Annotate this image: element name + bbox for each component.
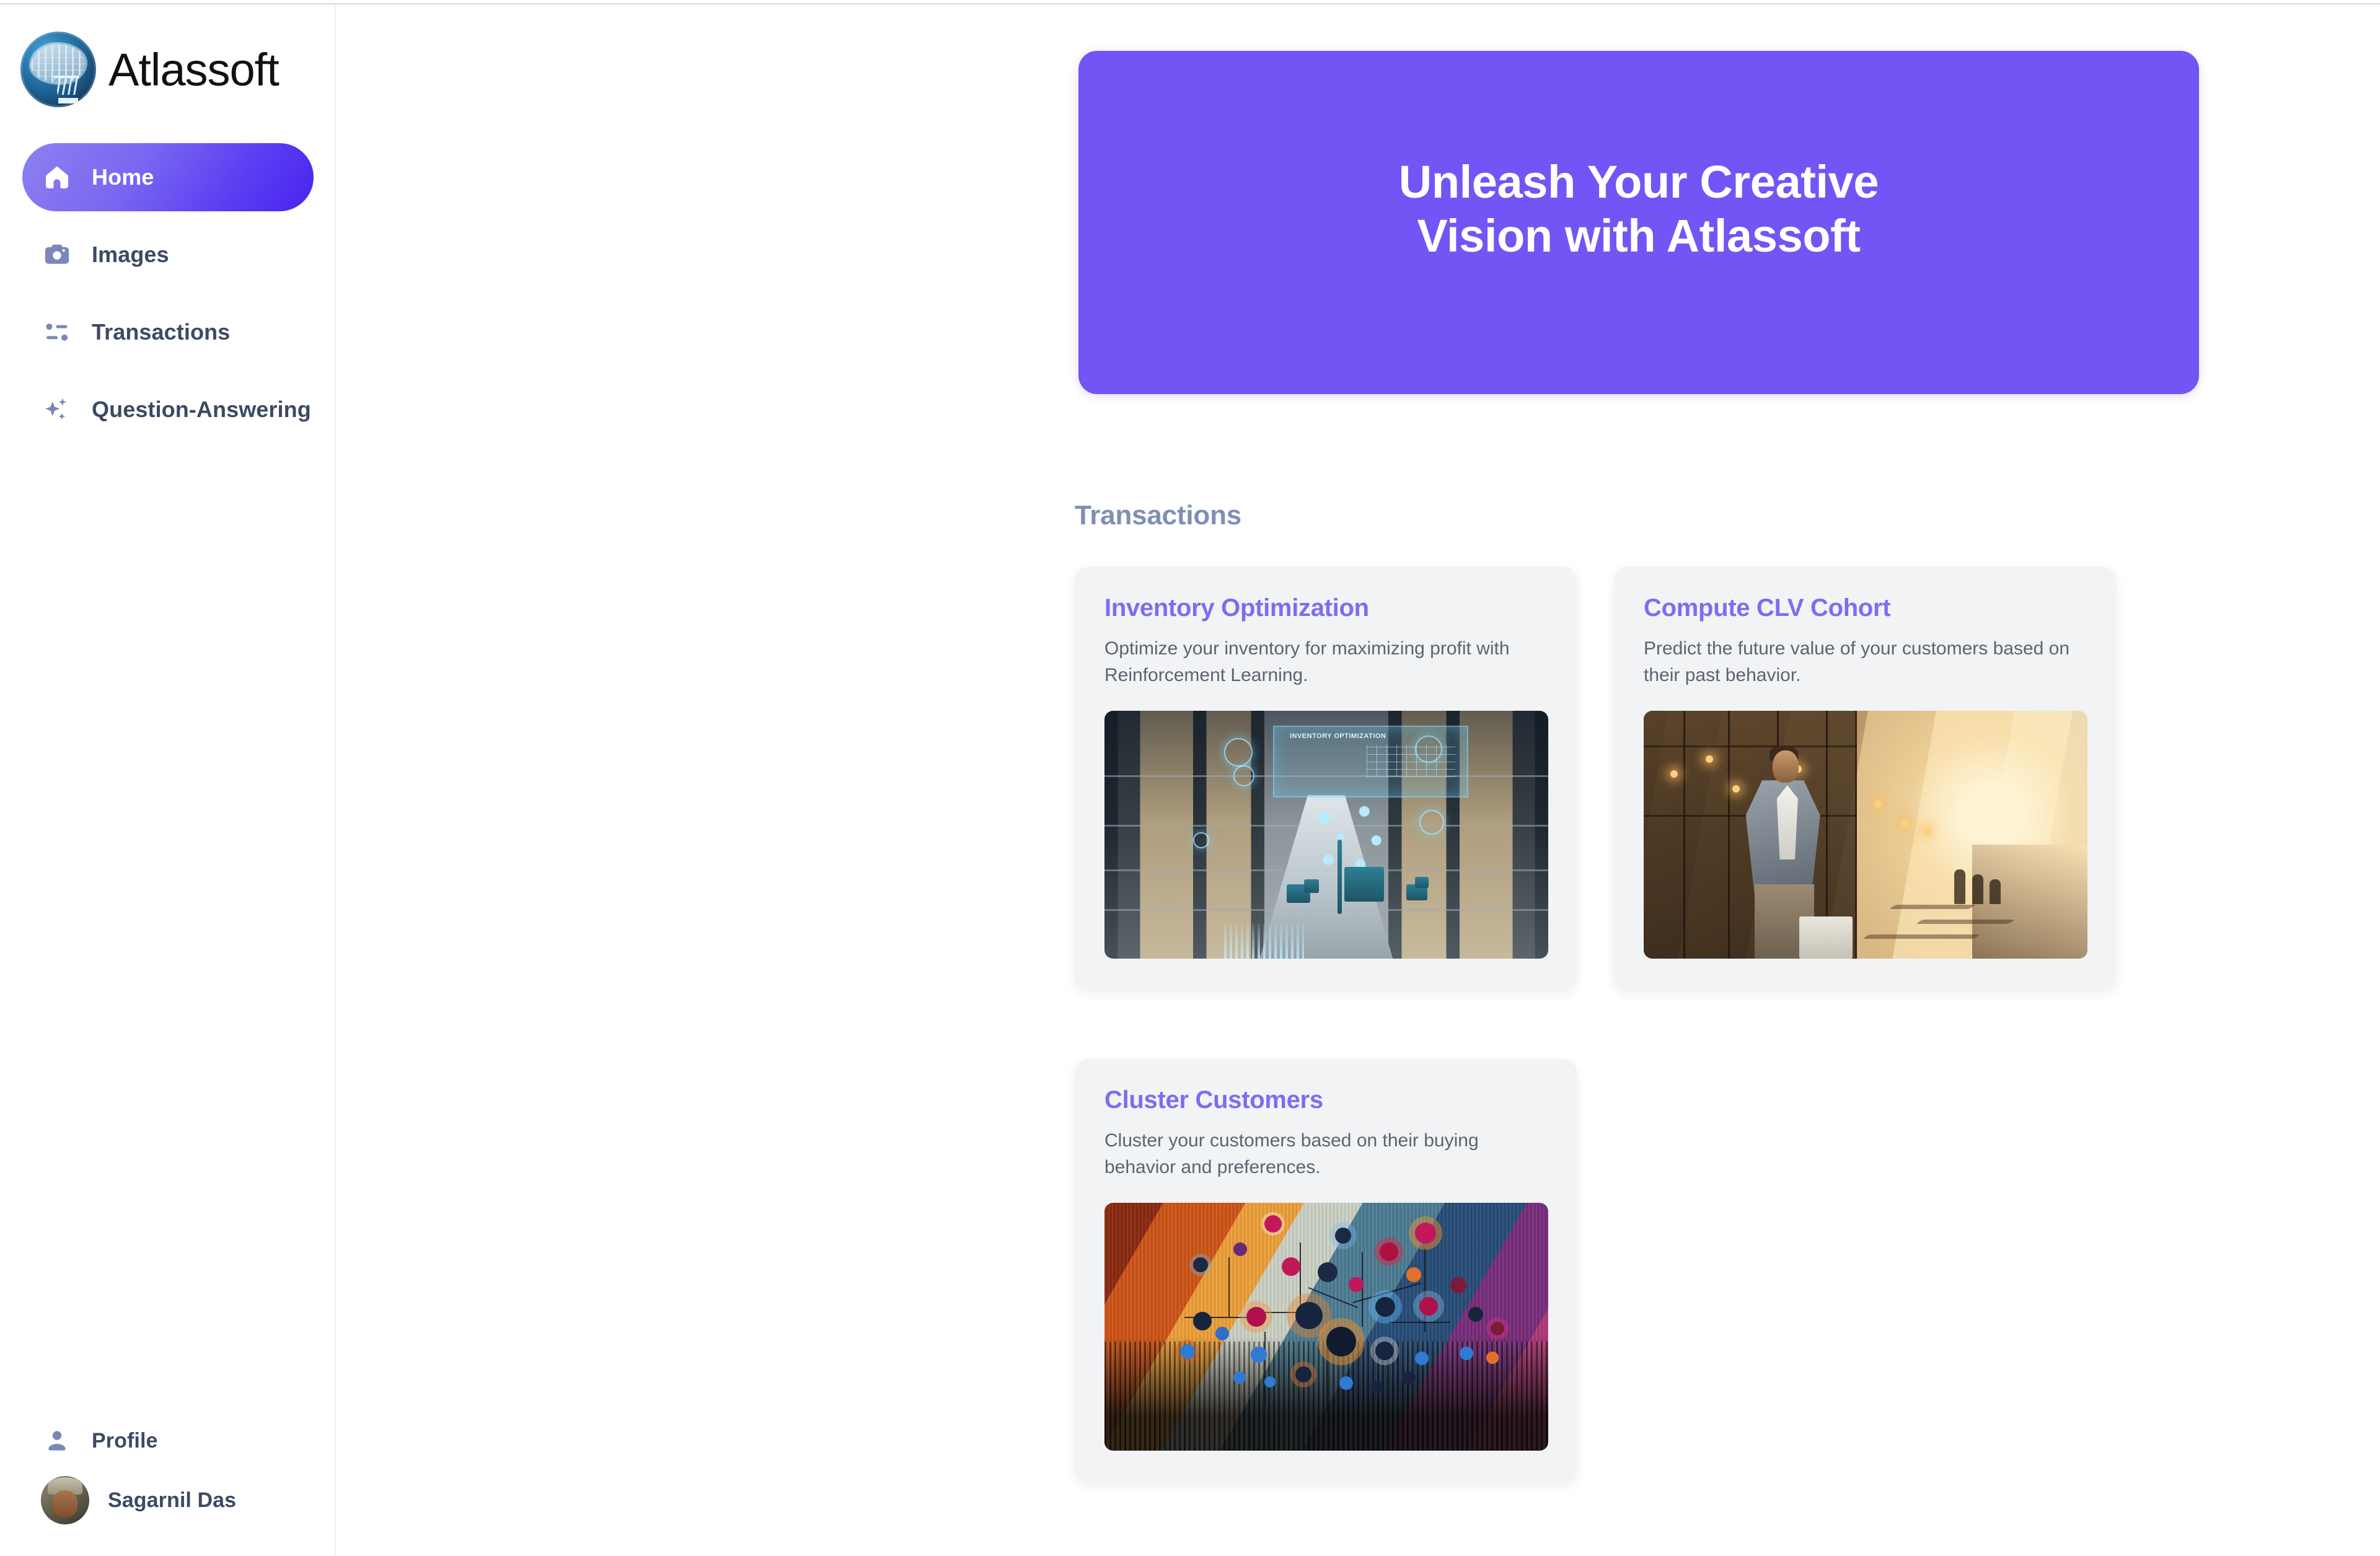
brand[interactable]: Atlassoft xyxy=(20,32,280,107)
card-image-customer-network xyxy=(1104,1203,1548,1451)
brain-circuit-cart-logo-icon xyxy=(20,32,96,107)
sidebar-item-profile-label: Profile xyxy=(92,1428,158,1453)
sidebar-item-transactions-label: Transactions xyxy=(92,319,231,345)
warehouse-hud-panel: INVENTORY OPTIMIZATION xyxy=(1273,726,1469,798)
sidebar-item-transactions[interactable]: Transactions xyxy=(22,298,314,366)
card-row-1: Inventory Optimization Optimize your inv… xyxy=(1075,567,2209,991)
card-title: Inventory Optimization xyxy=(1104,594,1369,622)
card-compute-clv-cohort[interactable]: Compute CLV Cohort Predict the future va… xyxy=(1614,567,2116,991)
sparkles-icon xyxy=(41,393,73,426)
main-content: Unleash Your Creative Vision with Atlass… xyxy=(336,4,2380,1556)
sidebar-item-question-answering[interactable]: Question-Answering xyxy=(22,376,314,444)
transactions-card-grid: Inventory Optimization Optimize your inv… xyxy=(1075,567,2209,1551)
card-description: Cluster your customers based on their bu… xyxy=(1104,1130,1479,1177)
sidebar-nav: Home Images Transactions Question-Answer… xyxy=(0,143,336,453)
person-icon xyxy=(41,1425,73,1457)
sidebar-item-images-label: Images xyxy=(92,242,169,267)
card-description: Predict the future value of your custome… xyxy=(1644,638,2070,685)
card-image-shopping-street xyxy=(1644,711,2087,959)
hero-title-line-2: Vision with Atlassoft xyxy=(1417,210,1861,262)
warehouse-hud-text: INVENTORY OPTIMIZATION xyxy=(1289,732,1386,741)
user-name: Sagarnil Das xyxy=(108,1488,237,1512)
card-cluster-customers[interactable]: Cluster Customers Cluster your customers… xyxy=(1075,1059,1577,1483)
sidebar-item-question-answering-label: Question-Answering xyxy=(92,397,311,422)
section-title-transactions: Transactions xyxy=(1075,500,1242,530)
sidebar-bottom: Profile Sagarnil Das xyxy=(0,1411,336,1530)
brand-name: Atlassoft xyxy=(108,43,280,95)
card-image-warehouse: INVENTORY OPTIMIZATION xyxy=(1104,711,1548,959)
home-icon xyxy=(41,161,73,193)
hero-banner: Unleash Your Creative Vision with Atlass… xyxy=(1078,51,2199,394)
user-account[interactable]: Sagarnil Das xyxy=(0,1470,336,1530)
card-inventory-optimization[interactable]: Inventory Optimization Optimize your inv… xyxy=(1075,567,1577,991)
card-title: Compute CLV Cohort xyxy=(1644,594,1891,622)
camera-icon xyxy=(41,239,73,271)
card-title: Cluster Customers xyxy=(1104,1086,1323,1114)
sidebar-item-images[interactable]: Images xyxy=(22,221,314,289)
sidebar-item-profile[interactable]: Profile xyxy=(0,1411,336,1470)
avatar xyxy=(41,1476,89,1524)
card-description: Optimize your inventory for maximizing p… xyxy=(1104,638,1510,685)
hero-title-line-1: Unleash Your Creative xyxy=(1398,156,1879,208)
transactions-sliders-icon xyxy=(41,316,73,348)
sidebar-item-home[interactable]: Home xyxy=(22,143,314,211)
sidebar-item-home-label: Home xyxy=(92,164,154,190)
sidebar: Atlassoft Home Images Transactions Quest… xyxy=(0,4,336,1556)
card-row-2: Cluster Customers Cluster your customers… xyxy=(1075,1059,2209,1483)
hero-title: Unleash Your Creative Vision with Atlass… xyxy=(1273,155,2004,263)
app-root: Atlassoft Home Images Transactions Quest… xyxy=(0,0,2380,1556)
